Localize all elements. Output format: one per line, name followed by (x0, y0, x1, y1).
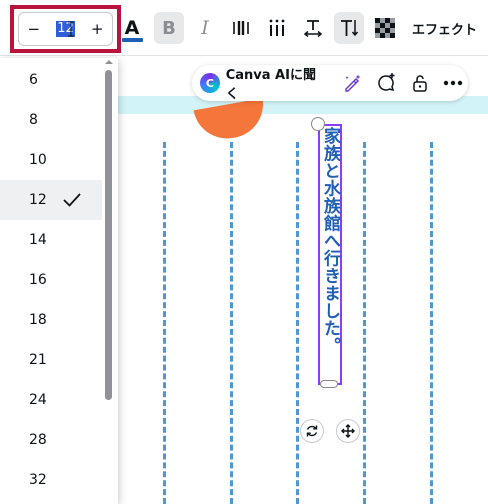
font-size-dropdown[interactable]: 6 8 10 12 14 16 18 21 24 28 32 (0, 58, 118, 504)
text-color-button[interactable]: A (117, 12, 147, 44)
dashed-guide-line (163, 142, 166, 504)
font-size-option[interactable]: 6 (0, 60, 102, 100)
font-size-option-selected[interactable]: 12 (0, 180, 102, 220)
transparency-button[interactable] (370, 12, 400, 44)
corner-resize-handle[interactable] (311, 117, 325, 131)
bold-button[interactable]: B (154, 12, 184, 44)
font-size-option[interactable]: 8 (0, 100, 102, 140)
comment-add-icon (378, 73, 395, 92)
dropdown-scrollbar[interactable] (105, 70, 112, 400)
text-cursor-icon (67, 21, 74, 37)
font-size-option[interactable]: 16 (0, 260, 102, 300)
more-options-button[interactable] (438, 68, 468, 98)
dashed-guide-line (296, 142, 299, 504)
vertical-spacing-icon (269, 19, 285, 36)
font-size-decrease-button[interactable]: − (19, 13, 49, 45)
canva-ai-logo-icon: C (200, 73, 220, 93)
vertical-text-content[interactable]: 家族と水族館へ行きました。 (320, 127, 340, 383)
text-edit-toolbar: − 12 + A B I エフェクト (0, 0, 488, 56)
dashed-guide-line (363, 142, 366, 504)
rotate-handle[interactable] (300, 419, 324, 443)
lock-icon (412, 75, 427, 92)
magic-edit-button[interactable] (338, 68, 368, 98)
font-size-option[interactable]: 14 (0, 220, 102, 260)
letter-spacing-button[interactable] (226, 12, 256, 44)
add-comment-button[interactable] (371, 68, 401, 98)
dashed-guide-line (230, 142, 233, 504)
check-icon (63, 193, 81, 207)
rotate-icon (306, 425, 318, 437)
letter-spacing-icon (233, 21, 249, 35)
vertical-text-button[interactable] (334, 12, 364, 44)
scroll-up-arrow-icon[interactable] (104, 58, 114, 66)
text-color-swatch (122, 38, 143, 42)
font-size-options: 6 8 10 12 14 16 18 21 24 28 32 (0, 58, 118, 500)
effects-label: エフェクト (412, 22, 478, 38)
font-size-option[interactable]: 10 (0, 140, 102, 180)
move-icon (341, 424, 355, 438)
bottom-resize-handle[interactable] (320, 380, 338, 388)
lock-button[interactable] (405, 68, 435, 98)
font-size-option[interactable]: 21 (0, 340, 102, 380)
italic-button[interactable]: I (190, 12, 220, 44)
font-size-option[interactable]: 18 (0, 300, 102, 340)
floating-context-toolbar: C Canva AIに聞く (192, 65, 468, 102)
font-size-increase-button[interactable]: + (82, 13, 112, 45)
font-size-option[interactable]: 28 (0, 420, 102, 460)
dashed-guide-line (430, 142, 433, 504)
canva-ai-label: Canva AIに聞く (225, 68, 316, 102)
font-size-option[interactable]: 24 (0, 380, 102, 420)
line-spacing-button[interactable] (262, 12, 292, 44)
text-color-glyph: A (124, 16, 140, 39)
move-handle[interactable] (336, 419, 360, 443)
canva-ai-button[interactable]: C Canva AIに聞く (200, 68, 334, 102)
font-size-input[interactable]: 12 (49, 13, 83, 45)
magic-pen-icon (345, 74, 361, 92)
italic-glyph: I (201, 17, 209, 39)
font-size-stepper[interactable]: − 12 + (18, 12, 113, 46)
text-direction-button[interactable] (298, 12, 328, 44)
bold-glyph: B (162, 17, 176, 39)
more-icon (443, 80, 463, 86)
font-size-option[interactable]: 32 (0, 460, 102, 500)
text-direction-icon (303, 20, 323, 38)
transparency-icon (375, 18, 395, 38)
vertical-text-icon (341, 20, 359, 37)
selected-text-box[interactable]: 家族と水族館へ行きました。 (318, 124, 342, 385)
effects-button[interactable]: エフェクト (412, 12, 488, 44)
